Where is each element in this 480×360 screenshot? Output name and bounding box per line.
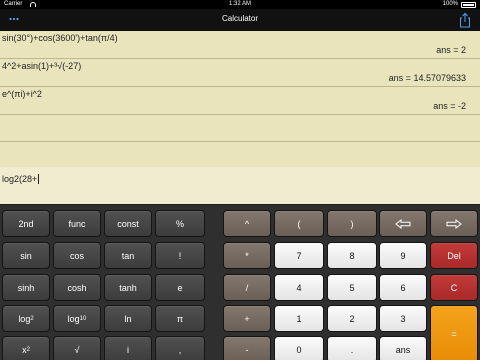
cursor-right-key[interactable] bbox=[430, 210, 478, 237]
clear-key[interactable]: C bbox=[430, 274, 478, 301]
tanh-key[interactable]: tanh bbox=[104, 274, 152, 301]
digit-8-key[interactable]: 8 bbox=[327, 242, 377, 269]
arrow-right-icon bbox=[446, 218, 462, 229]
history-entry[interactable]: 4^2+asin(1)+³√(-27) ans = 14.57079633 bbox=[0, 59, 480, 86]
arrow-left-icon bbox=[395, 218, 411, 229]
history-expression: sin(30°)+cos(3600')+tan(π/4) bbox=[2, 33, 118, 43]
sqrt-key[interactable]: √ bbox=[53, 336, 101, 360]
e-key[interactable]: e bbox=[155, 274, 205, 301]
power-key[interactable]: ^ bbox=[223, 210, 271, 237]
decimal-point-key[interactable]: . bbox=[327, 336, 377, 360]
digit-7-key[interactable]: 7 bbox=[274, 242, 324, 269]
digit-2-key[interactable]: 2 bbox=[327, 305, 377, 332]
sinh-key[interactable]: sinh bbox=[2, 274, 50, 301]
minus-key[interactable]: - bbox=[223, 336, 271, 360]
battery-icon bbox=[461, 2, 476, 8]
text-cursor bbox=[38, 174, 40, 184]
history-entry[interactable]: e^(πi)+i^2 ans = -2 bbox=[0, 87, 480, 114]
digit-1-key[interactable]: 1 bbox=[274, 305, 324, 332]
digit-9-key[interactable]: 9 bbox=[379, 242, 427, 269]
history-expression: e^(πi)+i^2 bbox=[2, 89, 42, 99]
navigation-bar: Calculator bbox=[0, 9, 480, 31]
tan-key[interactable]: tan bbox=[104, 242, 152, 269]
history-answer: ans = 14.57079633 bbox=[388, 73, 466, 83]
imaginary-key[interactable]: i bbox=[104, 336, 152, 360]
left-paren-key[interactable]: ( bbox=[274, 210, 324, 237]
status-bar: Carrier 1:32 AM 100% bbox=[0, 0, 480, 9]
share-icon[interactable] bbox=[458, 12, 472, 28]
current-expression: log2(28+ bbox=[2, 174, 40, 184]
input-row[interactable]: log2(28+ bbox=[0, 167, 480, 204]
divide-key[interactable]: / bbox=[223, 274, 271, 301]
delete-key[interactable]: Del bbox=[430, 242, 478, 269]
const-key[interactable]: const bbox=[104, 210, 152, 237]
digit-6-key[interactable]: 6 bbox=[379, 274, 427, 301]
func-key[interactable]: func bbox=[53, 210, 101, 237]
pi-key[interactable]: π bbox=[155, 305, 205, 332]
history-answer: ans = -2 bbox=[433, 101, 466, 111]
digit-3-key[interactable]: 3 bbox=[379, 305, 427, 332]
cos-key[interactable]: cos bbox=[53, 242, 101, 269]
factorial-key[interactable]: ! bbox=[155, 242, 205, 269]
comma-key[interactable]: , bbox=[155, 336, 205, 360]
cosh-key[interactable]: cosh bbox=[53, 274, 101, 301]
percent-key[interactable]: % bbox=[155, 210, 205, 237]
calculator-display: sin(30°)+cos(3600')+tan(π/4) ans = 2 4^2… bbox=[0, 31, 480, 204]
status-time: 1:32 AM bbox=[228, 1, 251, 7]
cursor-left-key[interactable] bbox=[379, 210, 427, 237]
digit-0-key[interactable]: 0 bbox=[274, 336, 324, 360]
page-title: Calculator bbox=[221, 14, 258, 23]
digit-5-key[interactable]: 5 bbox=[327, 274, 377, 301]
equals-key[interactable]: = bbox=[430, 305, 478, 360]
history-entry[interactable]: sin(30°)+cos(3600')+tan(π/4) ans = 2 bbox=[0, 31, 480, 58]
history-answer: ans = 2 bbox=[436, 45, 466, 55]
ans-key[interactable]: ans bbox=[379, 336, 427, 360]
second-function-key[interactable]: 2nd bbox=[2, 210, 50, 237]
sin-key[interactable]: sin bbox=[2, 242, 50, 269]
history-expression: 4^2+asin(1)+³√(-27) bbox=[2, 61, 82, 71]
right-paren-key[interactable]: ) bbox=[327, 210, 377, 237]
log10-key[interactable]: log 10 bbox=[53, 305, 101, 332]
square-key[interactable]: x2 bbox=[2, 336, 50, 360]
multiply-key[interactable]: * bbox=[223, 242, 271, 269]
battery-percentage: 100% bbox=[442, 1, 458, 7]
log2-key[interactable]: log 2 bbox=[2, 305, 50, 332]
ln-key[interactable]: ln bbox=[104, 305, 152, 332]
plus-key[interactable]: + bbox=[223, 305, 271, 332]
digit-4-key[interactable]: 4 bbox=[274, 274, 324, 301]
keypad: 2nd func const % sin cos tan ! sinh cosh… bbox=[0, 204, 480, 360]
